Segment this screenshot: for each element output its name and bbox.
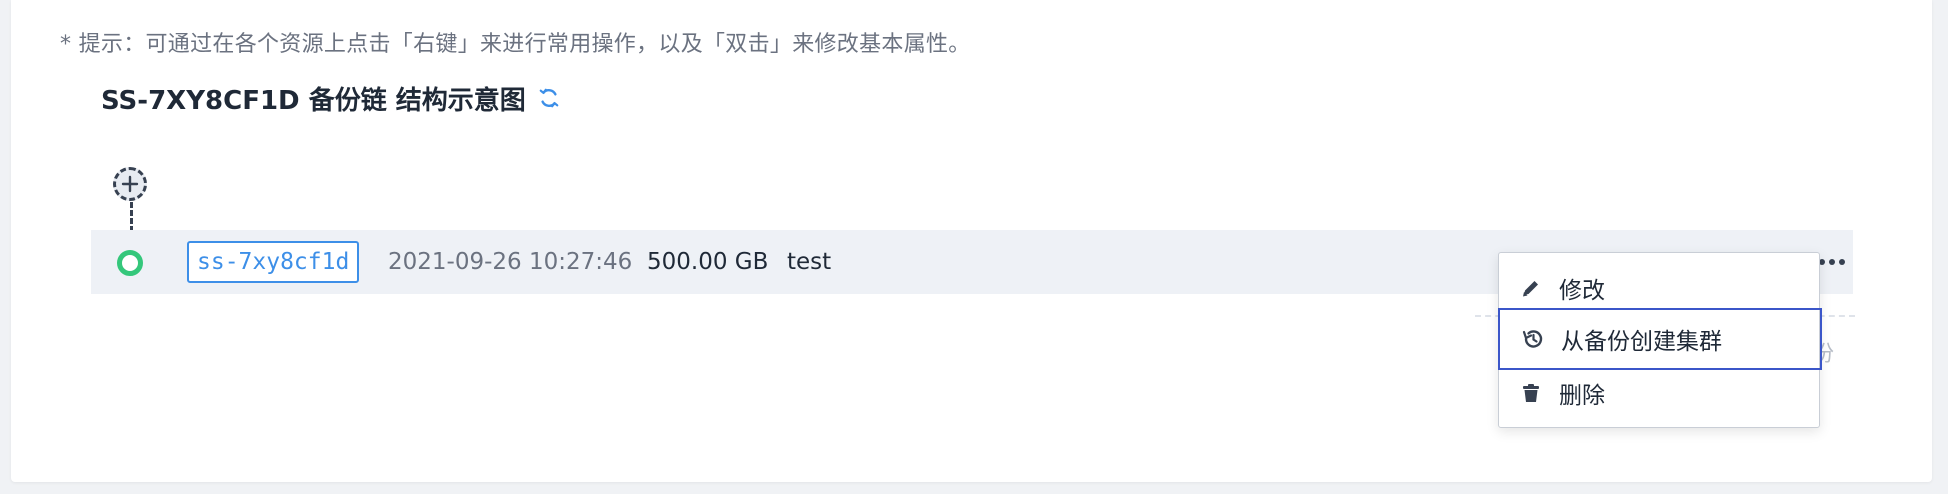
title-row: SS-7XY8CF1D 备份链 结构示意图 [101,80,560,116]
more-icon[interactable] [1816,252,1848,272]
history-icon [1521,327,1545,351]
plus-icon [121,175,139,193]
backup-time: 2021-09-26 10:27:46 [388,249,633,275]
page-title: SS-7XY8CF1D 备份链 结构示意图 [101,85,526,116]
menu-item-label: 修改 [1559,278,1605,304]
hint-text: * 提示：可通过在各个资源上点击「右键」来进行常用操作，以及「双击」来修改基本属… [60,32,971,57]
menu-item-edit[interactable]: 修改 [1499,263,1819,313]
refresh-icon[interactable] [538,87,560,109]
context-menu: 修改 从备份创建集群 删除 [1498,252,1822,428]
menu-item-label: 从备份创建集群 [1561,329,1722,355]
add-backup-button[interactable] [113,167,147,201]
menu-item-create-cluster-from-backup[interactable]: 从备份创建集群 [1498,308,1822,370]
backup-name: test [787,249,832,275]
pencil-icon [1519,276,1543,300]
menu-item-delete[interactable]: 删除 [1499,368,1819,418]
status-dot [117,250,143,276]
backup-size: 500.00 GB [647,249,769,275]
menu-item-label: 删除 [1559,383,1605,409]
backup-id-tag[interactable]: ss-7xy8cf1d [187,241,360,283]
trash-icon [1519,381,1543,405]
